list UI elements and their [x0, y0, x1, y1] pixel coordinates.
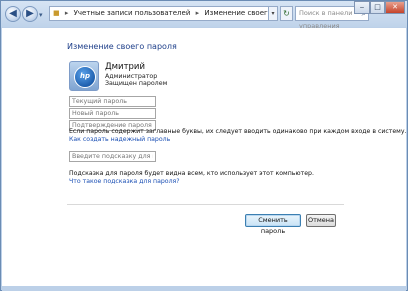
- address-dropdown-icon[interactable]: ▾: [268, 6, 278, 21]
- window: ◀ ▶ ▾ ■ ▸ Учетные записи пользователей ▸…: [0, 0, 408, 291]
- user-protection-status: Защищен паролем: [105, 80, 168, 87]
- breadcrumb-separator-icon: ▸: [64, 9, 69, 17]
- close-button[interactable]: ✕: [385, 1, 405, 14]
- refresh-button[interactable]: ↻: [280, 6, 293, 21]
- strong-password-link[interactable]: Как создать надежный пароль: [69, 136, 170, 143]
- cancel-button[interactable]: Отмена: [306, 214, 336, 227]
- minimize-button[interactable]: ‒: [354, 1, 370, 14]
- titlebar: ◀ ▶ ▾ ■ ▸ Учетные записи пользователей ▸…: [1, 1, 407, 30]
- page-title: Изменение своего пароля: [67, 42, 177, 51]
- divider: [67, 204, 344, 205]
- hint-visibility-note: Подсказка для пароля будет видна всем, к…: [69, 170, 314, 177]
- password-hint-field[interactable]: [69, 151, 156, 162]
- forward-button[interactable]: ▶: [22, 6, 38, 22]
- breadcrumb-item-current[interactable]: Изменение своего пароля: [204, 9, 268, 17]
- new-password-field[interactable]: [69, 108, 156, 119]
- user-name: Дмитрий: [105, 62, 145, 72]
- breadcrumb-item-accounts[interactable]: Учетные записи пользователей: [74, 9, 191, 17]
- back-button[interactable]: ◀: [5, 6, 21, 22]
- case-sensitivity-note: Если пароль содержит заглавные буквы, их…: [69, 128, 407, 135]
- address-bar[interactable]: ■ ▸ Учетные записи пользователей ▸ Измен…: [49, 6, 269, 21]
- history-dropdown-icon[interactable]: ▾: [39, 11, 43, 19]
- breadcrumb-separator-icon: ▸: [195, 9, 200, 17]
- maximize-button[interactable]: □: [370, 1, 385, 14]
- folder-icon: ■: [53, 9, 60, 17]
- content-pane: Изменение своего пароля hp Дмитрий Админ…: [2, 28, 406, 286]
- user-role: Администратор: [105, 73, 158, 80]
- avatar: hp: [69, 61, 99, 91]
- current-password-field[interactable]: [69, 96, 156, 107]
- window-bottom-frame: [2, 286, 406, 291]
- what-is-hint-link[interactable]: Что такое подсказка для пароля?: [69, 178, 180, 185]
- search-placeholder: Поиск в панели управления: [299, 9, 353, 30]
- change-password-button[interactable]: Сменить пароль: [245, 214, 301, 235]
- hp-logo-icon: hp: [74, 66, 96, 88]
